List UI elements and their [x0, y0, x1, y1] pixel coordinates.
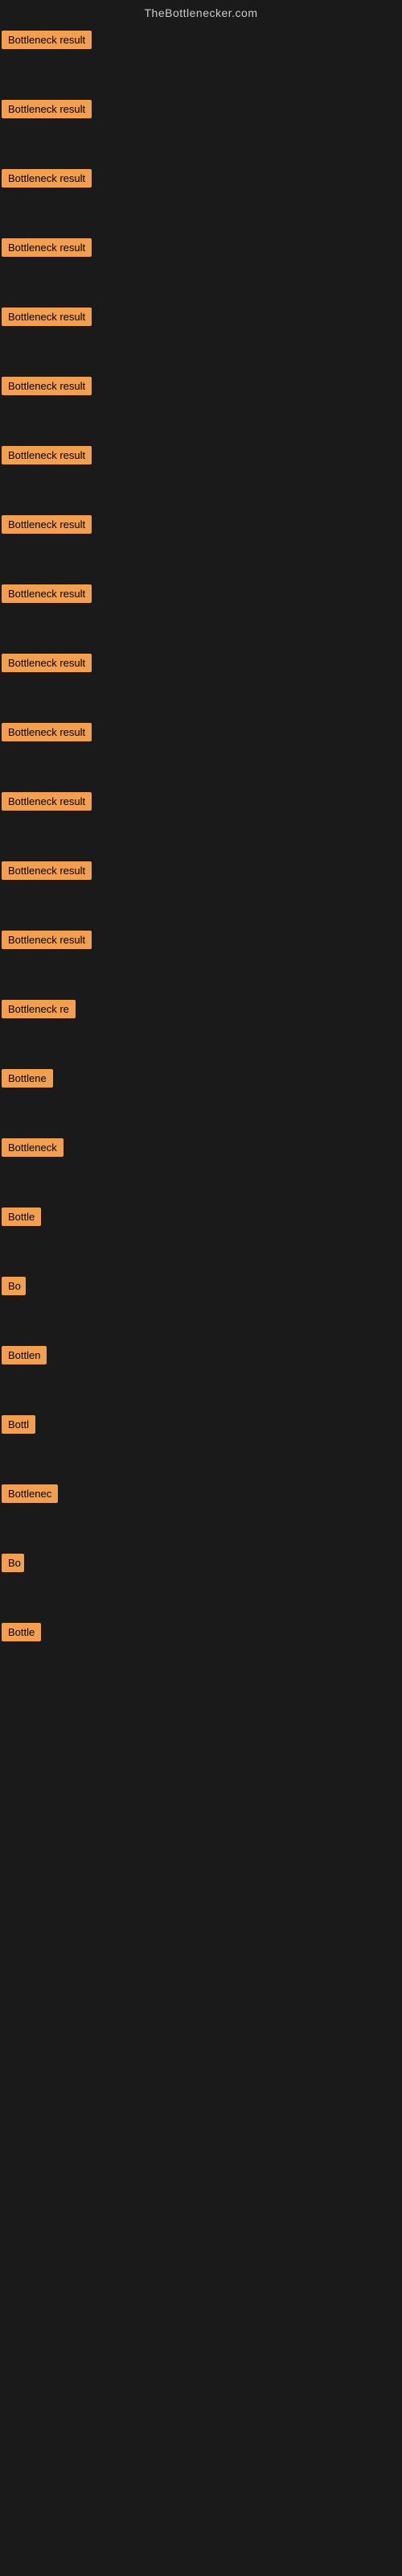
list-item: Bottle: [0, 1615, 402, 1684]
list-item: Bottlen: [0, 1338, 402, 1407]
bottleneck-result-badge[interactable]: Bottlene: [2, 1069, 53, 1088]
list-item: Bottlene: [0, 1061, 402, 1130]
list-item: Bottleneck result: [0, 646, 402, 715]
bottleneck-result-badge[interactable]: Bottleneck result: [2, 931, 92, 949]
bottleneck-result-badge[interactable]: Bottleneck result: [2, 169, 92, 188]
bottleneck-result-badge[interactable]: Bottlenec: [2, 1484, 58, 1503]
list-item: Bottleneck result: [0, 299, 402, 369]
list-item: Bottleneck: [0, 1130, 402, 1199]
bottleneck-result-badge[interactable]: Bottleneck result: [2, 584, 92, 603]
bottleneck-result-badge[interactable]: Bottleneck result: [2, 446, 92, 464]
bottleneck-result-badge[interactable]: Bo: [2, 1554, 24, 1572]
list-item: Bo: [0, 1546, 402, 1615]
list-item: Bottleneck result: [0, 923, 402, 992]
bottleneck-result-badge[interactable]: Bottleneck result: [2, 377, 92, 395]
bottleneck-result-badge[interactable]: Bottleneck result: [2, 515, 92, 534]
bottleneck-result-badge[interactable]: Bottleneck result: [2, 654, 92, 672]
list-item: Bottle: [0, 1199, 402, 1269]
bottleneck-result-badge[interactable]: Bottleneck result: [2, 31, 92, 49]
list-item: Bottl: [0, 1407, 402, 1476]
bottleneck-result-badge[interactable]: Bottlen: [2, 1346, 47, 1364]
list-item: Bottleneck result: [0, 853, 402, 923]
bottleneck-result-badge[interactable]: Bottleneck result: [2, 861, 92, 880]
bottleneck-result-badge[interactable]: Bottleneck re: [2, 1000, 76, 1018]
bottleneck-result-badge[interactable]: Bottl: [2, 1415, 35, 1434]
bottleneck-result-badge[interactable]: Bottleneck result: [2, 792, 92, 811]
list-item: Bottleneck result: [0, 715, 402, 784]
list-item: Bottleneck re: [0, 992, 402, 1061]
bottleneck-result-badge[interactable]: Bottleneck: [2, 1138, 64, 1157]
list-item: Bottleneck result: [0, 507, 402, 576]
bottleneck-result-badge[interactable]: Bottle: [2, 1623, 41, 1641]
bottleneck-result-badge[interactable]: Bottleneck result: [2, 100, 92, 118]
list-item: Bottleneck result: [0, 369, 402, 438]
bottleneck-result-badge[interactable]: Bottleneck result: [2, 308, 92, 326]
list-item: Bottleneck result: [0, 23, 402, 92]
bottleneck-result-badge[interactable]: Bottleneck result: [2, 723, 92, 741]
list-item: Bottleneck result: [0, 92, 402, 161]
bottleneck-result-badge[interactable]: Bo: [2, 1277, 26, 1295]
list-item: Bottleneck result: [0, 576, 402, 646]
bottleneck-result-badge[interactable]: Bottleneck result: [2, 238, 92, 257]
list-item: Bo: [0, 1269, 402, 1338]
list-item: Bottleneck result: [0, 784, 402, 853]
list-item: Bottleneck result: [0, 161, 402, 230]
list-item: Bottleneck result: [0, 230, 402, 299]
bottleneck-result-badge[interactable]: Bottle: [2, 1208, 41, 1226]
list-item: Bottleneck result: [0, 438, 402, 507]
list-item: Bottlenec: [0, 1476, 402, 1546]
site-title: TheBottlenecker.com: [0, 0, 402, 23]
